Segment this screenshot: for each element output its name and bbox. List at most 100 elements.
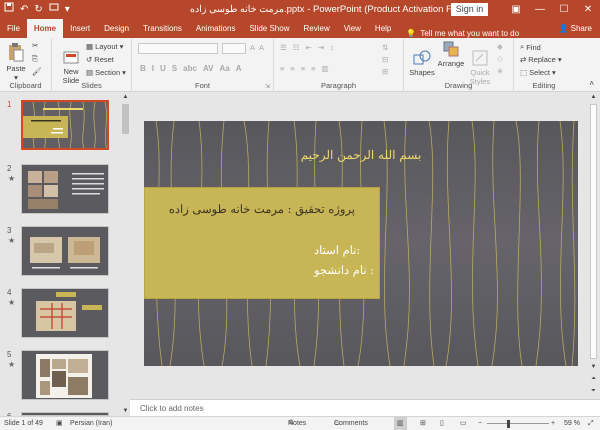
tab-slide-show[interactable]: Slide Show — [242, 19, 296, 38]
columns-icon[interactable]: ▥ — [322, 64, 329, 73]
layout-button[interactable]: ▦ Layout ▾ — [86, 42, 123, 51]
shapes-button[interactable]: Shapes — [408, 41, 436, 86]
reading-view-icon[interactable]: ▯ — [440, 417, 444, 430]
language-indicator[interactable]: Persian (Iran) — [70, 417, 112, 430]
font-dialog-launcher-icon[interactable]: ⇲ — [265, 83, 270, 90]
slide-title[interactable]: بسم الله الرحمن الرحیم — [144, 148, 578, 162]
scroll-up-icon[interactable]: ▲ — [589, 92, 598, 102]
font-grow-icon[interactable]: A — [250, 43, 255, 52]
section-button[interactable]: ▤ Section ▾ — [86, 68, 126, 77]
present-icon[interactable] — [49, 0, 59, 19]
align-left-icon[interactable]: ≡ — [280, 64, 284, 73]
line-spacing-icon[interactable]: ↕ — [330, 43, 334, 52]
tab-transitions[interactable]: Transitions — [136, 19, 189, 38]
tab-review[interactable]: Review — [296, 19, 336, 38]
select-button[interactable]: ⬚ Select ▾ — [520, 68, 556, 77]
thumbnail-slide-4[interactable] — [21, 288, 109, 338]
paragraph-row-2: ≡ ≡ ≡ ≡ ▥ — [280, 64, 329, 73]
next-slide-icon[interactable]: ⏷ — [589, 386, 598, 396]
align-right-icon[interactable]: ≡ — [301, 64, 305, 73]
spacing-button[interactable]: AV — [203, 64, 214, 73]
share-button[interactable]: 👤 Share — [558, 19, 592, 38]
slide-show-icon[interactable]: ▭ — [460, 417, 467, 430]
strikethrough-button[interactable]: abc — [183, 64, 197, 73]
copy-icon[interactable]: ⎘ — [32, 54, 38, 64]
collapse-ribbon-icon[interactable]: ˄ — [589, 79, 594, 88]
tab-design[interactable]: Design — [97, 19, 136, 38]
zoom-slider-thumb[interactable] — [507, 420, 510, 428]
thumbnail-scroll-thumb[interactable] — [122, 104, 129, 134]
tab-animations[interactable]: Animations — [189, 19, 243, 38]
minimize-button[interactable]: — — [528, 0, 552, 19]
customize-qat-icon[interactable]: ▾ — [65, 0, 70, 19]
spell-check-icon[interactable]: ▣ — [56, 417, 63, 430]
slide-canvas[interactable]: بسم الله الرحمن الرحیم پروژه تحقیق : مرم… — [144, 121, 578, 366]
scroll-down-icon[interactable]: ▼ — [121, 406, 130, 416]
change-case-button[interactable]: Aa — [219, 64, 229, 73]
shadow-button[interactable]: S — [172, 64, 177, 73]
font-size-combo[interactable] — [222, 43, 246, 54]
ribbon-display-icon[interactable]: ▣ — [504, 0, 528, 19]
find-button[interactable]: ⌕ Find — [520, 42, 541, 52]
align-center-icon[interactable]: ≡ — [290, 64, 294, 73]
tab-file[interactable]: File — [0, 19, 27, 38]
save-icon[interactable] — [4, 0, 14, 19]
close-button[interactable]: ✕ — [576, 0, 600, 19]
paste-button[interactable]: Paste ▾ — [4, 42, 28, 82]
previous-slide-icon[interactable]: ⏶ — [589, 374, 598, 384]
slide-scrollbar[interactable]: ▲ ▼ ⏶ ⏷ — [589, 92, 598, 399]
sign-in-button[interactable]: Sign in — [451, 3, 488, 16]
numbering-icon[interactable]: ☷ — [293, 43, 300, 52]
increase-indent-icon[interactable]: ⇥ — [318, 43, 324, 52]
font-color-button[interactable]: A — [236, 64, 242, 73]
shapes-icon — [413, 50, 431, 65]
quick-access-toolbar: ↶ ↻ ▾ — [0, 0, 120, 19]
font-shrink-icon[interactable]: A — [259, 43, 264, 52]
replace-button[interactable]: ⇄ Replace ▾ — [520, 55, 562, 64]
justify-icon[interactable]: ≡ — [311, 64, 315, 73]
normal-view-icon[interactable]: ▥ — [394, 417, 407, 430]
content-box[interactable]: پروژه تحقیق : مرمت خانه طوسی زاده نام اس… — [144, 187, 380, 299]
font-name-combo[interactable] — [138, 43, 218, 54]
tab-help[interactable]: Help — [368, 19, 398, 38]
redo-icon[interactable]: ↻ — [34, 0, 42, 19]
maximize-button[interactable]: ☐ — [552, 0, 576, 19]
bullets-icon[interactable]: ☰ — [280, 43, 287, 52]
cut-icon[interactable]: ✂ — [32, 41, 38, 50]
notes-pane[interactable]: Click to add notes — [130, 399, 600, 416]
tab-insert[interactable]: Insert — [63, 19, 97, 38]
slide-sorter-icon[interactable]: ⊞ — [420, 417, 426, 430]
align-text-icon[interactable]: ⊟ — [382, 55, 388, 64]
smartart-icon[interactable]: ⊞ — [382, 67, 388, 76]
text-direction-icon[interactable]: ⇅ — [382, 43, 388, 52]
undo-icon[interactable]: ↶ — [20, 0, 28, 19]
decrease-indent-icon[interactable]: ⇤ — [305, 43, 311, 52]
underline-button[interactable]: U — [160, 64, 166, 73]
arrange-button[interactable]: Arrange — [436, 41, 466, 68]
slide-scroll-thumb[interactable] — [590, 104, 597, 359]
ribbon-tabs: File Home Insert Design Transitions Anim… — [0, 19, 600, 38]
thumbnail-slide-2[interactable] — [21, 164, 109, 214]
zoom-level[interactable]: 59 % — [564, 417, 580, 430]
bold-button[interactable]: B — [140, 64, 146, 73]
scroll-down-icon[interactable]: ▼ — [589, 362, 598, 372]
shape-fill-icon[interactable]: ◆ — [497, 42, 503, 51]
shape-outline-icon[interactable]: ◇ — [497, 54, 503, 63]
scroll-up-icon[interactable]: ▲ — [121, 92, 130, 102]
fit-to-window-icon[interactable]: ⤢ — [588, 417, 594, 430]
tell-me-box[interactable]: 💡 Tell me what you want to do — [398, 29, 519, 38]
reset-button[interactable]: ↺ Reset — [86, 55, 114, 64]
shape-effects-icon[interactable]: ◈ — [497, 66, 503, 75]
zoom-slider[interactable] — [487, 423, 549, 424]
paragraph-group: ☰ ☷ ⇤ ⇥ ↕ ≡ ≡ ≡ ≡ ▥ ⇅ ⊟ ⊞ Paragraph — [274, 38, 404, 92]
tab-view[interactable]: View — [337, 19, 368, 38]
zoom-in-icon[interactable]: + — [551, 417, 555, 430]
format-painter-icon[interactable]: 🖌 — [32, 67, 42, 76]
thumbnail-slide-1[interactable] — [21, 100, 109, 150]
italic-button[interactable]: I — [152, 64, 154, 73]
tab-home[interactable]: Home — [26, 19, 64, 38]
thumbnail-scrollbar[interactable]: ▲ ▼ — [121, 92, 130, 416]
thumbnail-slide-3[interactable] — [21, 226, 109, 276]
zoom-out-icon[interactable]: − — [478, 417, 482, 430]
thumbnail-slide-5[interactable] — [21, 350, 109, 400]
